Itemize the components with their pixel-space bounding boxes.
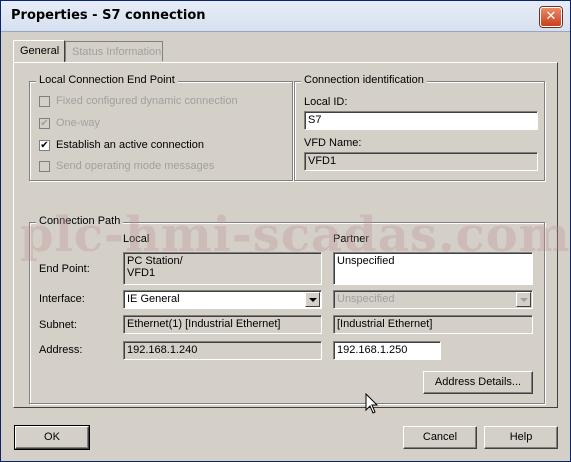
window-title: Properties - S7 connection xyxy=(11,8,206,23)
help-button[interactable]: Help xyxy=(484,426,558,449)
local-address-field: 192.168.1.240 xyxy=(123,341,322,360)
cancel-button[interactable]: Cancel xyxy=(403,426,477,449)
local-endpoint-legend: Local Connection End Point xyxy=(36,74,178,86)
connection-path-group: Connection Path Local Partner End Point:… xyxy=(29,215,545,404)
local-id-label: Local ID: xyxy=(304,96,348,108)
check-icon: ✔ xyxy=(40,139,49,151)
local-end-point-line1: PC Station/ xyxy=(127,255,183,267)
local-end-point-field: PC Station/ VFD1 xyxy=(123,252,322,285)
local-address-value: 192.168.1.240 xyxy=(127,344,198,356)
local-subnet-value: Ethernet(1) [Industrial Ethernet] xyxy=(127,318,281,330)
tab-general[interactable]: General xyxy=(13,40,65,62)
active-connection-label: Establish an active connection xyxy=(56,139,204,151)
local-interface-dropdown-button[interactable] xyxy=(305,292,320,307)
local-interface-dropdown[interactable]: IE General xyxy=(123,290,322,309)
vfd-name-label: VFD Name: xyxy=(304,137,362,149)
partner-interface-dropdown-button[interactable] xyxy=(516,292,531,307)
tab-status-information[interactable]: Status Information xyxy=(65,41,163,61)
local-id-input[interactable]: S7 xyxy=(304,111,538,130)
partner-address-value: 192.168.1.250 xyxy=(337,344,408,356)
subnet-label: Subnet: xyxy=(39,319,77,331)
fixed-dynamic-checkbox-row: Fixed configured dynamic connection xyxy=(39,94,238,108)
active-connection-checkbox[interactable]: ✔ xyxy=(39,139,50,151)
send-mode-checkbox-row: Send operating mode messages xyxy=(39,159,214,173)
fixed-dynamic-label: Fixed configured dynamic connection xyxy=(56,95,238,107)
send-mode-checkbox[interactable] xyxy=(39,160,50,172)
active-connection-checkbox-row: ✔ Establish an active connection xyxy=(39,138,204,152)
local-end-point-line2: VFD1 xyxy=(127,267,156,279)
tab-status-information-label: Status Information xyxy=(72,46,162,58)
one-way-checkbox[interactable]: ✔ xyxy=(39,117,50,129)
close-button[interactable]: ✕ xyxy=(540,7,562,27)
chevron-down-icon xyxy=(308,297,317,302)
address-details-button[interactable]: Address Details... xyxy=(423,371,533,394)
connection-identification-legend: Connection identification xyxy=(301,74,427,86)
partner-interface-value: Unspecified xyxy=(337,293,395,305)
end-point-label: End Point: xyxy=(39,263,90,275)
chevron-down-icon xyxy=(519,297,528,302)
partner-subnet-value: [Industrial Ethernet] xyxy=(337,318,433,330)
local-id-value: S7 xyxy=(308,114,322,126)
connection-path-legend: Connection Path xyxy=(36,215,124,227)
interface-label: Interface: xyxy=(39,293,85,305)
partner-column-header: Partner xyxy=(333,233,370,245)
close-icon: ✕ xyxy=(545,9,557,24)
partner-subnet-field: [Industrial Ethernet] xyxy=(333,315,533,334)
partner-end-point-value: Unspecified xyxy=(337,255,395,267)
properties-dialog: Properties - S7 connection ✕ General Sta… xyxy=(0,0,571,462)
title-bar[interactable]: Properties - S7 connection ✕ xyxy=(1,1,570,32)
partner-interface-dropdown[interactable]: Unspecified xyxy=(333,290,533,309)
connection-identification-group: Connection identification Local ID: S7 V… xyxy=(294,74,545,181)
vfd-name-field: VFD1 xyxy=(304,152,538,171)
check-icon: ✔ xyxy=(40,117,49,129)
mouse-pointer-icon xyxy=(365,393,379,414)
local-endpoint-group: Local Connection End Point Fixed configu… xyxy=(29,74,293,181)
send-mode-label: Send operating mode messages xyxy=(56,160,215,172)
local-column-header: Local xyxy=(123,233,150,245)
partner-end-point-field[interactable]: Unspecified xyxy=(333,252,533,285)
vfd-name-value: VFD1 xyxy=(308,155,337,167)
local-interface-value: IE General xyxy=(127,293,180,305)
ok-button[interactable]: OK xyxy=(14,425,90,450)
fixed-dynamic-checkbox[interactable] xyxy=(39,95,50,107)
one-way-label: One-way xyxy=(56,117,101,129)
one-way-checkbox-row: ✔ One-way xyxy=(39,116,100,130)
tab-general-label: General xyxy=(20,45,60,57)
general-tab-panel: Local Connection End Point Fixed configu… xyxy=(13,62,570,408)
local-subnet-field: Ethernet(1) [Industrial Ethernet] xyxy=(123,315,322,334)
address-label: Address: xyxy=(39,344,83,356)
partner-address-input[interactable]: 192.168.1.250 xyxy=(333,341,441,360)
